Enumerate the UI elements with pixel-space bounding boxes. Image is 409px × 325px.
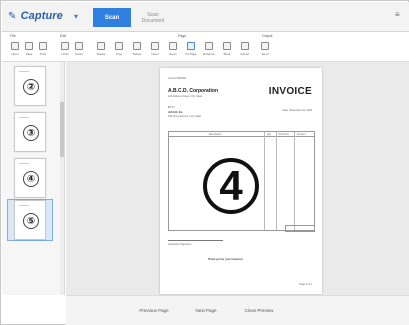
page-thumbnail[interactable]: ④ xyxy=(14,158,46,198)
col-unit-price: Unit Price xyxy=(278,133,289,136)
ribbon-export[interactable]: Export xyxy=(238,42,252,56)
crop-icon xyxy=(115,42,123,50)
table-column-divider xyxy=(294,132,295,230)
folder-icon xyxy=(11,42,19,50)
doc-header-small: Invoice #000001 xyxy=(168,77,187,80)
insert-icon xyxy=(151,42,159,50)
document-preview-area: Invoice #000001 A.B.C.D. Corporation INV… xyxy=(66,62,409,295)
table-column-divider xyxy=(264,132,265,230)
top-toolbar: ✎ Capture ▾ Scan Scan Document ≡ xyxy=(2,2,409,32)
settings-icon[interactable]: ≡ xyxy=(395,10,403,19)
ribbon-print[interactable]: Print xyxy=(36,42,50,56)
invoice-table-header xyxy=(169,132,314,137)
ribbon-rotate[interactable]: Rotate xyxy=(94,42,108,56)
ribbon-enhance[interactable]: Enhance xyxy=(202,42,216,56)
invoice-title: INVOICE xyxy=(268,86,312,97)
thumb-line xyxy=(19,71,29,72)
scrollbar-thumb[interactable] xyxy=(60,102,64,157)
ribbon-mark[interactable]: Mark xyxy=(220,42,234,56)
zoom-icon xyxy=(169,42,177,50)
chevron-down-icon[interactable]: ▾ xyxy=(74,12,82,21)
page-thumbnail[interactable]: ③ xyxy=(14,112,46,152)
print-icon xyxy=(39,42,47,50)
undo-icon xyxy=(61,42,69,50)
col-description: Description xyxy=(209,133,222,136)
ribbon-group-edit: Edit xyxy=(60,34,67,38)
ribbon: File Edit Page Output Open Save Print Un… xyxy=(2,32,409,62)
previous-page-button[interactable]: Previous Page xyxy=(136,304,172,316)
ribbon-delete[interactable]: Delete xyxy=(130,42,144,56)
page-thumbnail-selected[interactable]: ⑤ xyxy=(14,200,46,240)
company-name: A.B.C.D. Corporation xyxy=(168,88,218,94)
app-logo: ✎ Capture xyxy=(8,10,63,22)
client-name: A.B.C.D. Inc. xyxy=(168,111,184,114)
scan-document-button[interactable]: Scan Document xyxy=(134,8,172,27)
ribbon-crop[interactable]: Crop xyxy=(112,42,126,56)
page-thumbnail[interactable]: ② xyxy=(14,66,46,106)
next-page-button[interactable]: Next Page xyxy=(188,304,224,316)
page-number-badge: ⑤ xyxy=(23,213,39,229)
col-amount: Amount xyxy=(297,133,306,136)
ribbon-group-output: Output xyxy=(262,34,273,38)
export-icon xyxy=(241,42,249,50)
preview-navigation-bar: Previous Page Next Page Close Preview xyxy=(66,295,409,325)
col-qty: Qty xyxy=(267,133,271,136)
ribbon-open[interactable]: Open xyxy=(8,42,22,56)
ribbon-group-page: Page xyxy=(178,34,187,38)
ribbon-send[interactable]: Send xyxy=(258,42,272,56)
client-address: 456 Client Avenue, City, State xyxy=(168,115,201,118)
app-window: ✎ Capture ▾ Scan Scan Document ≡ File Ed… xyxy=(0,0,409,325)
page-number-watermark: 4 xyxy=(203,158,259,214)
bill-to-label: Bill To xyxy=(168,106,175,109)
thumbnail-panel: ② ③ ④ ⑤ xyxy=(2,62,65,295)
ribbon-zoom[interactable]: Zoom xyxy=(166,42,180,56)
invoice-date: Date: September 22, 2018 xyxy=(282,109,312,112)
rotate-icon xyxy=(97,42,105,50)
send-icon xyxy=(261,42,269,50)
page-number-badge: ④ xyxy=(23,171,39,187)
signature-line xyxy=(168,240,223,241)
ribbon-group-file: File xyxy=(10,34,16,38)
mark-icon xyxy=(223,42,231,50)
page-number-badge: ③ xyxy=(23,125,39,141)
document-page: Invoice #000001 A.B.C.D. Corporation INV… xyxy=(160,68,322,294)
ribbon-save[interactable]: Save xyxy=(22,42,36,56)
ribbon-insert[interactable]: Insert xyxy=(148,42,162,56)
fit-page-icon xyxy=(187,42,195,50)
save-icon xyxy=(25,42,33,50)
delete-icon xyxy=(133,42,141,50)
close-preview-button[interactable]: Close Preview xyxy=(241,304,277,316)
thank-you-note: Thank you for your business! xyxy=(208,258,244,261)
page-footer: Page 1 of 1 xyxy=(299,283,312,286)
thumb-line xyxy=(19,205,29,206)
logo-icon: ✎ xyxy=(8,11,17,22)
thumbnail-scrollbar[interactable] xyxy=(60,62,64,295)
page-number-badge: ② xyxy=(23,79,39,95)
signature-label: Authorized Signature xyxy=(168,243,192,246)
total-box xyxy=(285,225,315,232)
ribbon-redo[interactable]: Redo xyxy=(72,42,86,56)
ribbon-fit-page[interactable]: Fit Page xyxy=(184,42,198,56)
scan-button[interactable]: Scan xyxy=(93,8,131,27)
thumb-line xyxy=(19,163,29,164)
redo-icon xyxy=(75,42,83,50)
thumb-line xyxy=(19,117,29,118)
ribbon-undo[interactable]: Undo xyxy=(58,42,72,56)
enhance-icon xyxy=(205,42,213,50)
company-address: 123 Address Street, City, State xyxy=(168,95,202,98)
table-column-divider xyxy=(276,132,277,230)
